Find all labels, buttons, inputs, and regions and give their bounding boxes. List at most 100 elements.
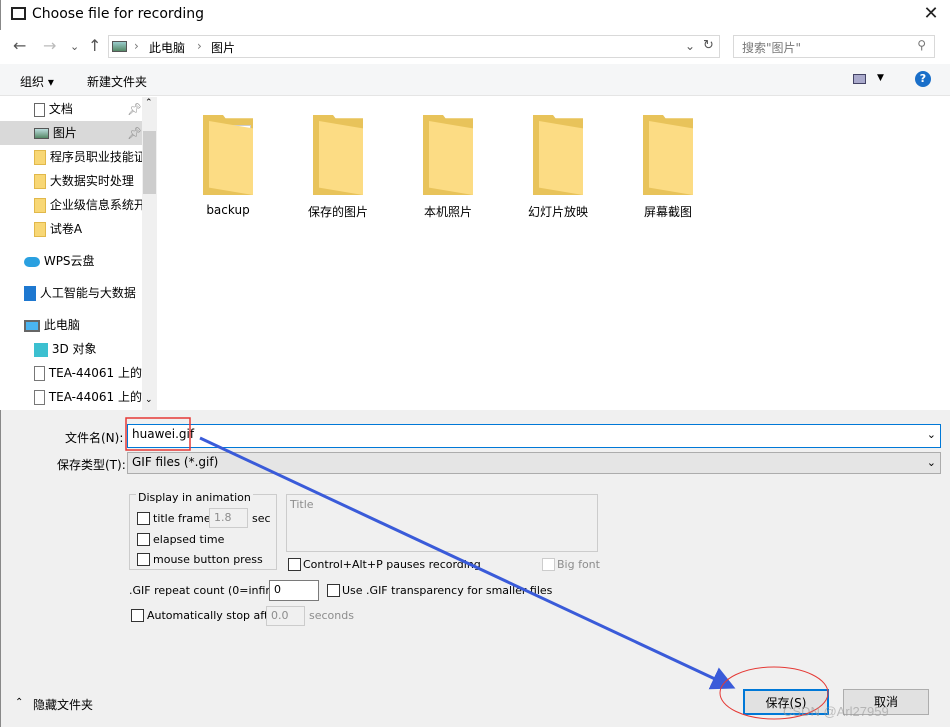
- mouse-button-press-checkbox[interactable]: [137, 553, 150, 566]
- back-button[interactable]: ←: [13, 36, 26, 55]
- pictures-icon: [34, 126, 49, 140]
- elapsed-time-checkbox[interactable]: [137, 533, 150, 546]
- sidebar-item-label: 人工智能与大数据: [39, 286, 136, 300]
- display-in-animation-group: Display in animation title frame: 1.8 se…: [129, 491, 277, 570]
- sidebar-item[interactable]: 文档 📌︎: [0, 97, 142, 121]
- organize-button[interactable]: 组织 ▾: [20, 73, 54, 90]
- sidebar-item[interactable]: 大数据实时处理: [0, 169, 142, 193]
- up-button[interactable]: ↑: [88, 36, 101, 55]
- chevron-down-icon: ⌄: [926, 456, 936, 469]
- breadcrumb-pictures[interactable]: 图片: [211, 39, 235, 56]
- cancel-button[interactable]: 取消: [843, 689, 929, 715]
- navigation-pane: 文档 📌︎ 图片 📌︎ 程序员职业技能证 大数据实时处理 企业级信息系统开 试卷A …: [0, 97, 157, 410]
- sidebar-item[interactable]: WPS云盘: [0, 249, 142, 273]
- repeat-count-input[interactable]: 0: [269, 580, 319, 601]
- folder-icon: [34, 222, 46, 237]
- filename-label: 文件名(N):: [65, 431, 124, 445]
- folder-icon: [423, 115, 473, 195]
- sidebar-item[interactable]: TEA-44061 上的: [0, 385, 142, 409]
- title-textarea[interactable]: Title: [286, 494, 598, 552]
- sidebar-item[interactable]: 人工智能与大数据: [0, 281, 142, 305]
- title-frame-seconds-input[interactable]: 1.8: [209, 508, 248, 528]
- sidebar-item[interactable]: TEA-44061 上的: [0, 361, 142, 385]
- title-frame-label: title frame:: [153, 512, 215, 525]
- folder-label: 幻灯片放映: [527, 205, 588, 219]
- group-title: Display in animation: [136, 491, 253, 504]
- sidebar-item[interactable]: 试卷A: [0, 217, 142, 241]
- title-placeholder: Title: [290, 498, 314, 511]
- folder-item[interactable]: 屏幕截图: [618, 115, 718, 220]
- breadcrumb-this-pc[interactable]: 此电脑: [149, 39, 185, 56]
- folder-item[interactable]: 保存的图片: [288, 115, 388, 220]
- new-folder-button[interactable]: 新建文件夹: [87, 73, 147, 90]
- sidebar-item-label: 企业级信息系统开: [49, 198, 142, 212]
- close-button[interactable]: ✕: [916, 3, 946, 24]
- sidebar-item[interactable]: 3D 对象: [0, 337, 142, 361]
- computer-icon: [24, 318, 40, 332]
- file-type-label: 保存类型(T):: [57, 458, 126, 472]
- refresh-icon[interactable]: ↻: [703, 38, 714, 53]
- pin-icon[interactable]: 📌︎: [127, 97, 142, 121]
- search-icon: ⚲: [917, 38, 926, 52]
- elapsed-time-label: elapsed time: [153, 533, 225, 546]
- help-button[interactable]: ?: [915, 71, 931, 87]
- auto-stop-checkbox[interactable]: [131, 609, 144, 622]
- document-icon: [34, 102, 45, 117]
- 3d-objects-icon: [34, 342, 48, 357]
- toolbar: 组织 ▾ 新建文件夹 ▼ ?: [0, 64, 950, 96]
- save-options-panel: 文件名(N): huawei.gif ⌄ 保存类型(T): GIF files …: [0, 410, 950, 727]
- sidebar-scrollbar[interactable]: ⌃ ⌄: [142, 97, 157, 410]
- search-input[interactable]: 搜索"图片" ⚲: [733, 35, 935, 58]
- pin-icon[interactable]: 📌︎: [127, 121, 142, 145]
- folder-icon: [533, 115, 583, 195]
- folder-item[interactable]: 本机照片: [398, 115, 498, 220]
- mouse-button-press-label: mouse button press: [153, 553, 263, 566]
- sidebar-item[interactable]: 图片 📌︎: [0, 121, 142, 145]
- sidebar-item-label: TEA-44061 上的: [48, 366, 142, 380]
- folder-item[interactable]: 幻灯片放映: [508, 115, 608, 220]
- sec-label: sec: [252, 512, 271, 525]
- navigation-bar: ← → ⌄ ↑ › 此电脑 › 图片 ⌄ ↻ 搜索"图片" ⚲: [0, 30, 950, 64]
- folder-label: backup: [206, 203, 250, 217]
- folder-label: 保存的图片: [307, 205, 368, 219]
- file-icon: [34, 390, 45, 405]
- folder-item[interactable]: backup: [178, 115, 278, 217]
- chevron-down-icon[interactable]: ⌄: [927, 428, 936, 441]
- sidebar-item-label: WPS云盘: [43, 254, 95, 268]
- address-bar[interactable]: › 此电脑 › 图片 ⌄ ↻: [108, 35, 720, 58]
- scrollbar-thumb[interactable]: [143, 131, 156, 194]
- title-frame-checkbox[interactable]: [137, 512, 150, 525]
- folder-icon: [34, 198, 46, 213]
- forward-button[interactable]: →: [43, 36, 56, 55]
- sidebar-item[interactable]: 程序员职业技能证: [0, 145, 142, 169]
- view-dropdown-icon[interactable]: ▼: [877, 73, 884, 83]
- sidebar-item[interactable]: 此电脑: [0, 313, 142, 337]
- auto-stop-label: Automatically stop after: [147, 609, 280, 622]
- pause-hotkey-checkbox[interactable]: [288, 558, 301, 571]
- hide-folders-button[interactable]: 隐藏文件夹: [33, 696, 93, 713]
- file-type-select[interactable]: GIF files (*.gif) ⌄: [127, 452, 941, 474]
- sidebar-item-label: 程序员职业技能证: [49, 150, 142, 164]
- folder-icon: [643, 115, 693, 195]
- folder-icon: [34, 174, 46, 189]
- recent-locations-button[interactable]: ⌄: [70, 40, 79, 53]
- sidebar-item-label: 此电脑: [43, 318, 80, 332]
- sidebar-item-label: 图片: [52, 126, 77, 140]
- sidebar-item-label: 试卷A: [49, 222, 83, 236]
- sidebar-item-label: 文档: [48, 102, 73, 116]
- save-button[interactable]: 保存(S): [743, 689, 829, 715]
- chevron-down-icon[interactable]: ⌄: [685, 39, 695, 53]
- folder-icon: [203, 115, 253, 195]
- cloud-icon: [24, 254, 40, 268]
- big-font-checkbox[interactable]: [542, 558, 555, 571]
- transparency-checkbox[interactable]: [327, 584, 340, 597]
- seconds-label: seconds: [309, 609, 354, 622]
- sidebar-item[interactable]: 企业级信息系统开: [0, 193, 142, 217]
- view-options-icon[interactable]: [853, 74, 866, 84]
- folder-label: 屏幕截图: [643, 205, 692, 219]
- pause-hotkey-label: Control+Alt+P pauses recording: [303, 558, 481, 571]
- filename-input[interactable]: huawei.gif ⌄: [127, 424, 941, 448]
- chevron-up-icon[interactable]: ⌃: [15, 697, 23, 708]
- folder-icon: [313, 115, 363, 195]
- auto-stop-seconds-input[interactable]: 0.0: [266, 606, 305, 626]
